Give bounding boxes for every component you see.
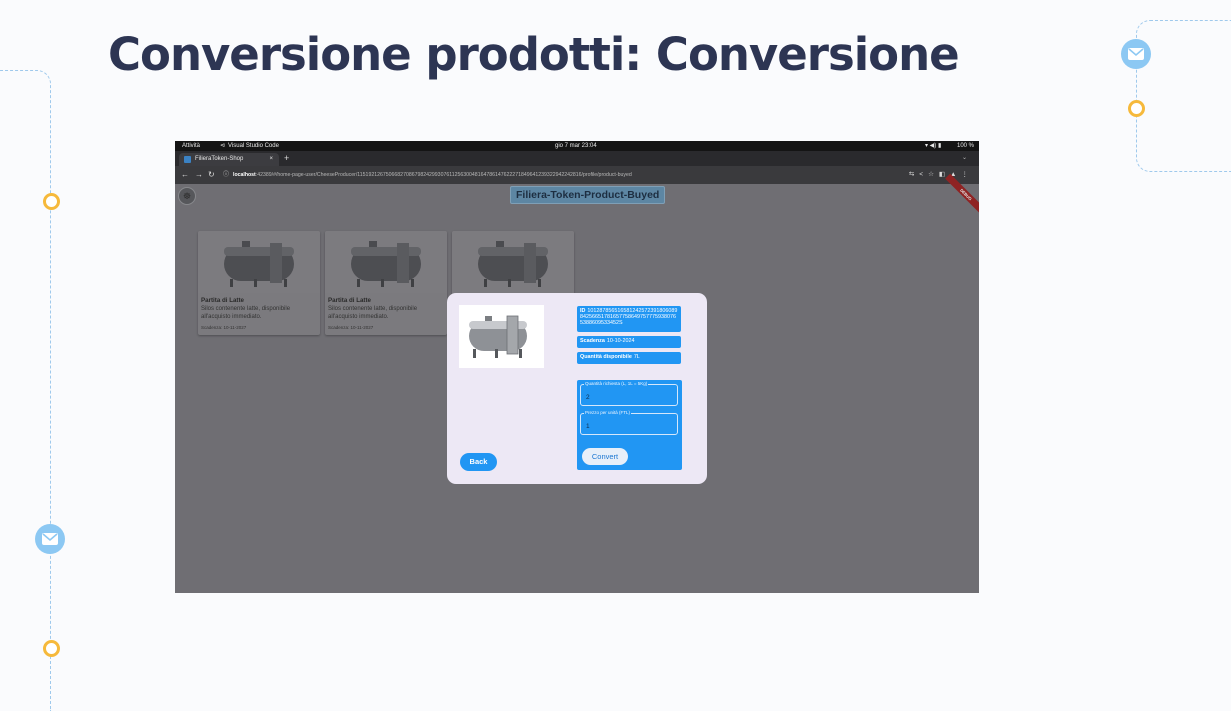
- silo-image: [452, 231, 574, 293]
- decoration-dot: [43, 193, 60, 210]
- card-description: Silos contenente latte, disponibile all'…: [201, 306, 291, 320]
- browser-tab[interactable]: FilieraToken-Shop ×: [179, 153, 279, 166]
- os-top-bar: Attività ⊲ Visual Studio Code gio 7 mar …: [175, 141, 979, 151]
- activities-label[interactable]: Attività: [182, 141, 200, 151]
- product-card[interactable]: Partita di Latte Silos contenente latte,…: [198, 231, 320, 335]
- site-info-icon[interactable]: ⓘ: [223, 166, 229, 184]
- url-field[interactable]: localhost:42389/#/home-page-user/CheeseP…: [233, 166, 883, 184]
- left-dashed-line: [0, 70, 51, 711]
- slide-title: Conversione prodotti: Conversione: [108, 28, 960, 81]
- browser-tab-strip: FilieraToken-Shop × + ⌄: [175, 151, 979, 166]
- card-expiry: Scadenza: 10-11-2027: [328, 325, 374, 330]
- convert-button[interactable]: Convert: [582, 448, 628, 465]
- price-field-label: Prezzo per unità (FTL): [584, 410, 632, 415]
- card-product-name: Partita di Latte: [328, 297, 371, 304]
- tab-title: FilieraToken-Shop: [195, 156, 244, 162]
- tab-close-icon[interactable]: ×: [269, 153, 273, 166]
- product-card[interactable]: Partita di Latte Silos contenente latte,…: [325, 231, 447, 335]
- forward-arrow-icon[interactable]: →: [195, 166, 203, 184]
- decoration-dot: [43, 640, 60, 657]
- tab-favicon-icon: [184, 156, 191, 163]
- card-description: Silos contenente latte, disponibile all'…: [328, 306, 418, 320]
- product-id: ID 10128785651658124257239180608984256651…: [577, 306, 681, 332]
- back-button[interactable]: Back: [460, 453, 497, 471]
- flutter-app: ☸ Filiera-Token-Product-Buyed DEBUG Part…: [175, 173, 979, 593]
- silo-image: [325, 231, 447, 293]
- browser-address-bar: ← → ↻ ⓘ localhost:42389/#/home-page-user…: [175, 166, 979, 184]
- app-logo-icon[interactable]: ☸: [178, 187, 196, 205]
- card-product-name: Partita di Latte: [201, 297, 244, 304]
- battery-level: 100 %: [957, 143, 975, 149]
- quantity-field[interactable]: Quantità richiesta (L, 1L = 5Kg) 2: [580, 381, 678, 406]
- reload-icon[interactable]: ↻: [208, 166, 215, 184]
- available-quantity: Quantità disponibile 7L: [577, 352, 681, 364]
- right-dashed-line: [1136, 20, 1231, 172]
- tab-search-icon[interactable]: ⌄: [962, 152, 967, 165]
- card-expiry: Scadenza: 10-11-2027: [201, 325, 247, 330]
- system-tray-icons[interactable]: ▾ ◀) ▮: [925, 141, 941, 151]
- vscode-icon: ⊲: [220, 143, 226, 149]
- quantity-field-value[interactable]: 2: [586, 394, 590, 401]
- mail-icon: [1121, 39, 1151, 69]
- silo-image: [198, 231, 320, 293]
- app-title: Filiera-Token-Product-Buyed: [510, 186, 666, 204]
- active-app-label[interactable]: Visual Studio Code: [228, 141, 279, 151]
- browser-action-icons[interactable]: ⇆<☆◧▲⋮: [909, 166, 973, 184]
- dialog-silo-image: [459, 305, 544, 368]
- price-field-value[interactable]: 1: [586, 423, 590, 430]
- convert-form: Quantità richiesta (L, 1L = 5Kg) 2 Prezz…: [577, 380, 682, 470]
- convert-dialog: ID 10128785651658124257239180608984256651…: [447, 293, 707, 484]
- mail-icon: [35, 524, 65, 554]
- back-arrow-icon[interactable]: ←: [181, 166, 189, 184]
- quantity-field-label: Quantità richiesta (L, 1L = 5Kg): [584, 381, 649, 386]
- product-expiry: Scadenza 10-10-2024: [577, 336, 681, 348]
- new-tab-button[interactable]: +: [284, 152, 289, 165]
- app-screenshot: Attività ⊲ Visual Studio Code gio 7 mar …: [175, 141, 979, 593]
- clock[interactable]: gio 7 mar 23:04: [555, 141, 597, 151]
- price-field[interactable]: Prezzo per unità (FTL) 1: [580, 410, 678, 435]
- decoration-dot: [1128, 100, 1145, 117]
